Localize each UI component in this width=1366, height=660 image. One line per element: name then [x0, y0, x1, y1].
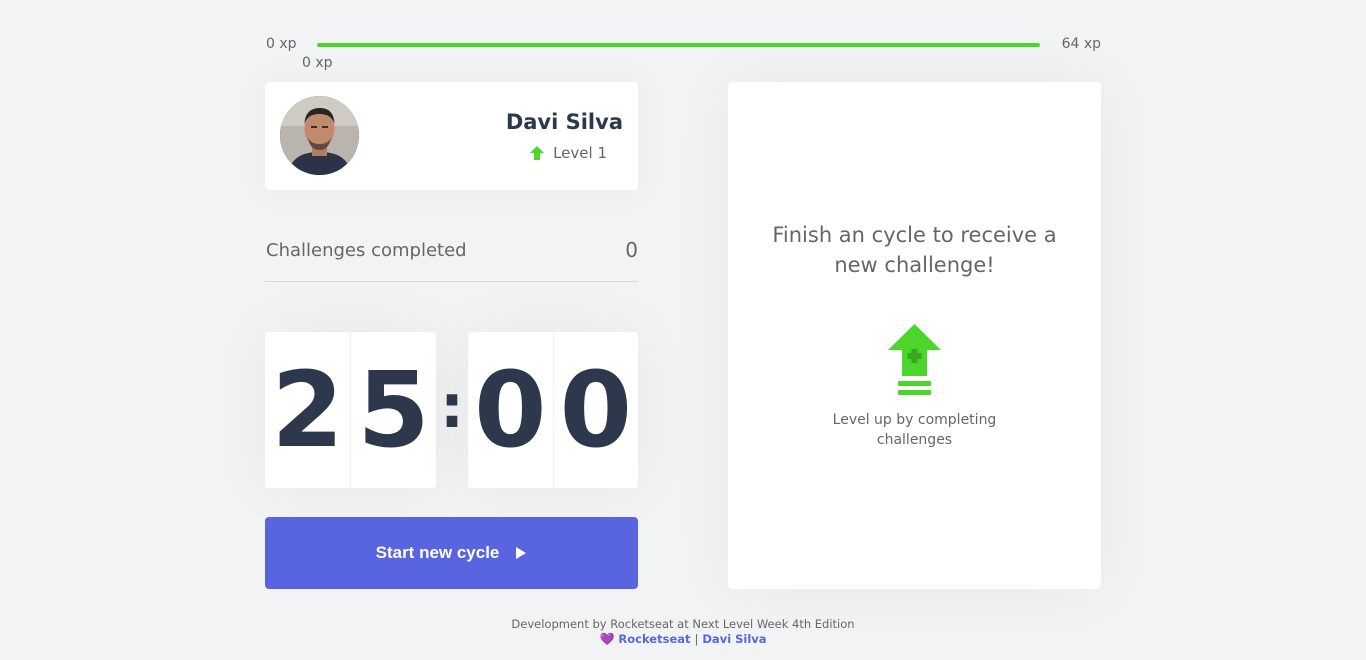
- footer: Development by Rocketseat at Next Level …: [0, 617, 1366, 647]
- play-icon: [516, 547, 527, 559]
- experience-bar: 0 xp 0 xp 64 xp: [265, 34, 1101, 71]
- avatar-image: [280, 96, 359, 175]
- xp-progress-fill: [317, 43, 1040, 47]
- profile-name: Davi Silva: [505, 110, 623, 134]
- profile-card: Davi Silva Level 1: [265, 82, 638, 190]
- xp-min-label: 0 xp: [266, 36, 297, 52]
- rocketseat-link[interactable]: Rocketseat: [618, 632, 690, 647]
- author-link[interactable]: Davi Silva: [702, 632, 766, 647]
- minute-tens-digit: 2: [265, 332, 351, 488]
- level-label: Level 1: [553, 144, 607, 162]
- countdown-timer: 2 5 : 0 0: [265, 332, 638, 488]
- challenges-completed-label: Challenges completed: [266, 240, 467, 261]
- page: 0 xp 0 xp 64 xp Davi Silva Level 1 Chall…: [0, 0, 1366, 660]
- challenge-card-title: Finish an cycle to receive a new challen…: [772, 223, 1057, 277]
- footer-links: 💜 Rocketseat | Davi Silva: [0, 632, 1366, 647]
- footer-separator: |: [694, 632, 699, 646]
- countdown-separator: :: [440, 372, 464, 442]
- avatar: [280, 96, 359, 175]
- minutes-display: 2 5: [265, 332, 436, 488]
- second-ones-digit: 0: [559, 349, 632, 471]
- xp-current-label: 0 xp: [302, 55, 333, 71]
- level-up-icon: [888, 324, 941, 395]
- minute-ones-digit: 5: [357, 349, 430, 471]
- xp-progress-track: [317, 43, 1040, 47]
- heart-icon: 💜: [599, 632, 615, 646]
- footer-credits: Development by Rocketseat at Next Level …: [511, 617, 855, 631]
- start-cycle-button[interactable]: Start new cycle: [265, 517, 638, 589]
- start-cycle-label: Start new cycle: [375, 543, 500, 562]
- profile-level: Level 1: [529, 144, 607, 162]
- seconds-display: 0 0: [468, 332, 638, 488]
- second-tens-digit: 0: [468, 332, 554, 488]
- challenges-completed-count: 0: [625, 238, 638, 262]
- challenge-card: Finish an cycle to receive a new challen…: [728, 82, 1101, 589]
- level-up-arrow-icon: [530, 146, 545, 160]
- xp-max-label: 64 xp: [1061, 36, 1101, 52]
- challenges-completed: Challenges completed 0: [265, 238, 638, 282]
- challenge-card-hint: Level up by completing challenges: [832, 412, 997, 448]
